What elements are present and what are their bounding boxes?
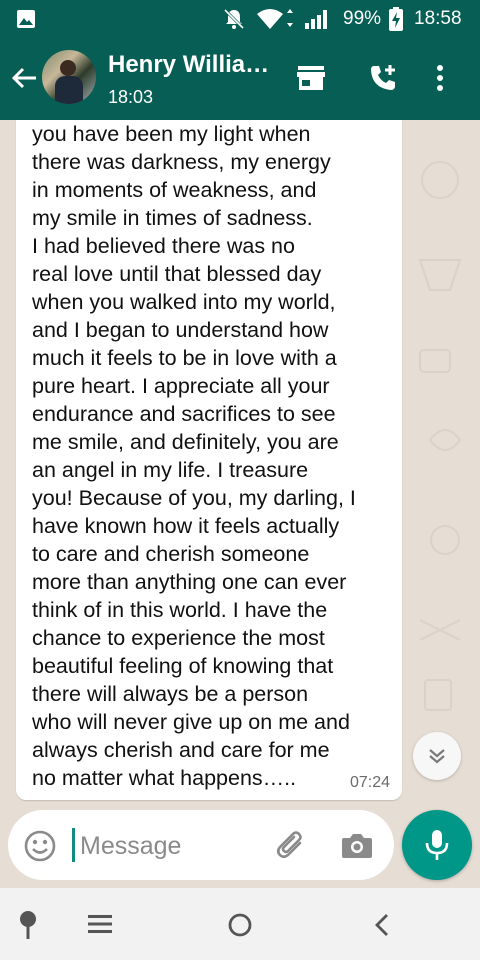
home-icon[interactable] bbox=[227, 912, 253, 943]
chat-header: Henry Willia… 18:03 bbox=[0, 38, 480, 120]
add-call-icon[interactable] bbox=[368, 63, 398, 98]
mic-button[interactable] bbox=[402, 810, 472, 880]
battery-charging-icon bbox=[388, 7, 404, 36]
back-icon[interactable] bbox=[372, 912, 392, 943]
mic-icon bbox=[425, 830, 449, 860]
avatar[interactable] bbox=[42, 50, 96, 104]
wifi-icon bbox=[256, 8, 296, 35]
back-arrow-icon[interactable] bbox=[10, 64, 38, 97]
menu-icon[interactable] bbox=[88, 914, 112, 939]
pin-icon[interactable] bbox=[16, 910, 40, 945]
more-vert-icon[interactable] bbox=[436, 64, 444, 97]
signal-icon bbox=[304, 9, 330, 34]
status-bar: 99% 18:58 bbox=[0, 0, 480, 38]
text-caret bbox=[72, 828, 75, 862]
message-bubble[interactable]: you have been my light when there was da… bbox=[16, 120, 402, 800]
chat-area[interactable]: you have been my light when there was da… bbox=[0, 120, 480, 888]
emoji-icon[interactable] bbox=[23, 829, 57, 868]
battery-percent: 99% bbox=[343, 8, 382, 29]
status-clock: 18:58 bbox=[414, 8, 462, 29]
last-seen: 18:03 bbox=[108, 87, 154, 107]
scroll-to-bottom-button[interactable] bbox=[413, 732, 461, 780]
gallery-icon bbox=[16, 9, 36, 34]
message-time: 07:24 bbox=[349, 774, 390, 791]
message-text: you have been my light when there was da… bbox=[32, 122, 356, 790]
shop-icon[interactable] bbox=[296, 65, 326, 96]
message-composer bbox=[8, 810, 394, 880]
attach-icon[interactable] bbox=[274, 828, 308, 867]
mute-icon bbox=[223, 8, 245, 35]
system-nav-bar bbox=[0, 888, 480, 960]
double-chevron-down-icon bbox=[429, 749, 445, 764]
message-input[interactable] bbox=[78, 826, 272, 866]
contact-name[interactable]: Henry Willia… bbox=[108, 51, 278, 79]
camera-icon[interactable] bbox=[341, 831, 373, 864]
